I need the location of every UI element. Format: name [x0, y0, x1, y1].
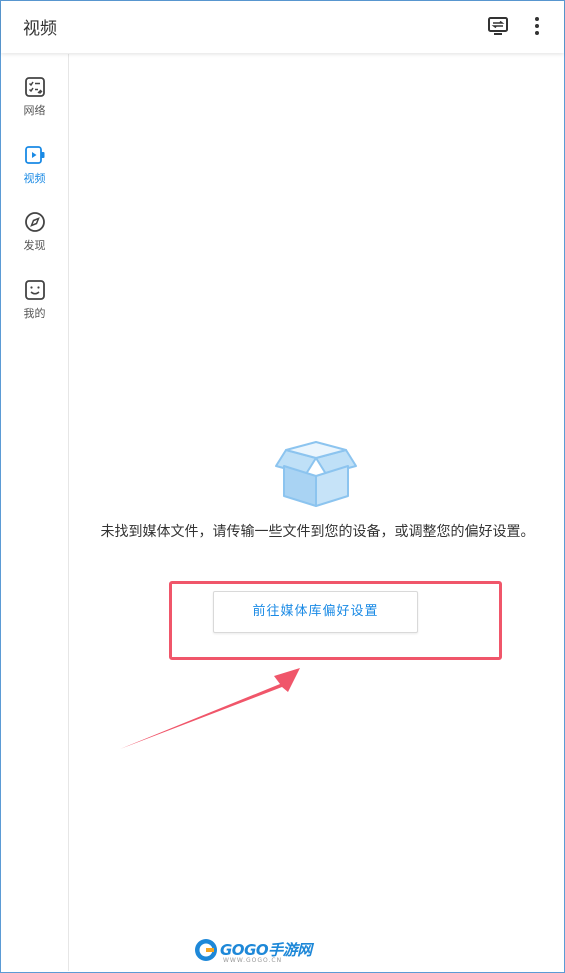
video-icon	[24, 146, 44, 164]
sidebar-item-network[interactable]: 网络	[1, 76, 68, 132]
sidebar-nav: 网络 视频 发现 我的	[1, 54, 69, 971]
sidebar-item-discover[interactable]: 发现	[1, 211, 68, 267]
top-app-bar: 视频	[1, 1, 564, 53]
network-list-icon	[24, 77, 45, 97]
sidebar-item-label: 网络	[23, 104, 46, 117]
sidebar-item-video[interactable]: 视频	[1, 144, 68, 200]
page-title: 视频	[23, 19, 57, 39]
open-box-icon	[275, 441, 357, 507]
sidebar-item-label: 我的	[23, 307, 46, 320]
annotation-highlight-box	[169, 581, 502, 660]
watermark-url: WWW.GOGO.CN	[223, 957, 283, 964]
smiley-face-icon	[24, 280, 45, 300]
compass-icon	[24, 212, 45, 232]
more-vertical-icon[interactable]	[527, 15, 547, 37]
annotation-arrow-icon	[120, 668, 300, 749]
empty-state-message: 未找到媒体文件，请传输一些文件到您的设备，或调整您的偏好设置。	[100, 524, 535, 540]
watermark-logo: GOGO手游网 WWW.GOGO.CN	[193, 937, 343, 967]
sidebar-item-label: 视频	[23, 172, 46, 185]
watermark-logo-icon	[195, 939, 217, 961]
cast-icon[interactable]	[487, 15, 509, 37]
sidebar-item-mine[interactable]: 我的	[1, 279, 68, 335]
sidebar-item-label: 发现	[23, 239, 46, 252]
